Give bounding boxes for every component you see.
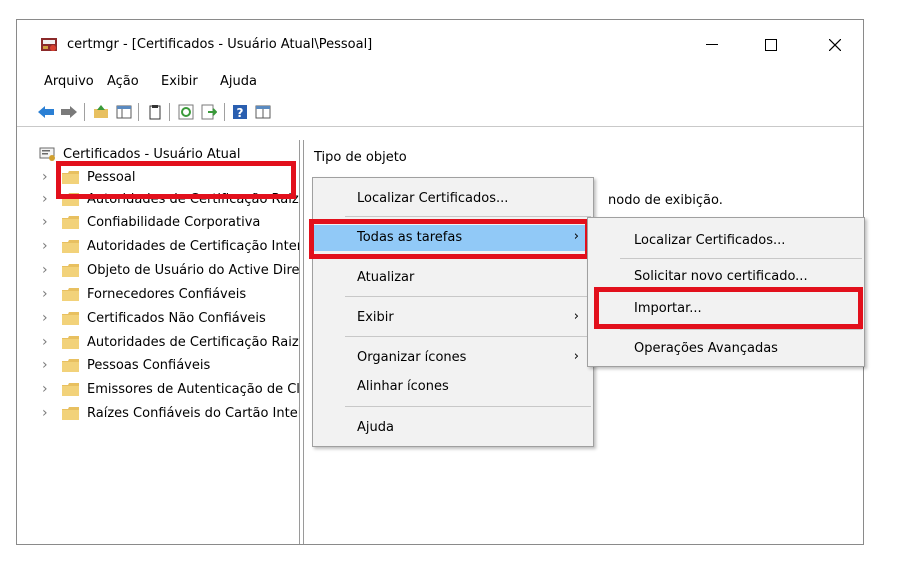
console-tree: Certificados - Usuário Atual › Pessoal ›… [17, 140, 300, 544]
tree-item-label: Pessoas Confiáveis [87, 357, 211, 373]
ctx-exibir[interactable]: Exibir › [313, 305, 593, 331]
ctx-item-label: Atualizar [357, 270, 415, 285]
tree-item-cartao-inteligente[interactable]: › Raízes Confiáveis do Cartão Inteligent… [42, 402, 300, 424]
sub-item-label: Solicitar novo certificado... [634, 269, 808, 284]
column-header-tipo-objeto[interactable]: Tipo de objeto [314, 150, 407, 165]
chevron-right-icon[interactable]: › [42, 192, 56, 206]
ctx-item-label: Exibir [357, 310, 394, 325]
back-arrow-icon[interactable] [37, 103, 55, 121]
sub-localizar-certificados[interactable]: Localizar Certificados... [588, 228, 864, 254]
chevron-right-icon[interactable]: › [42, 287, 56, 301]
certificate-store-icon [39, 147, 55, 161]
menu-separator [345, 336, 591, 337]
ctx-item-label: Alinhar ícones [357, 379, 449, 394]
menu-acao[interactable]: Ação [107, 74, 139, 89]
chevron-right-icon[interactable]: › [42, 406, 56, 420]
certmgr-app-icon [40, 36, 58, 54]
tree-item-label: Fornecedores Confiáveis [87, 286, 247, 302]
chevron-right-icon[interactable]: › [42, 170, 56, 184]
toolbar: ? [17, 98, 863, 127]
menu-arquivo[interactable]: Arquivo [44, 74, 94, 89]
ctx-item-label: Localizar Certificados... [357, 191, 509, 206]
folder-icon [62, 215, 79, 229]
folder-icon [62, 382, 79, 396]
chevron-right-icon[interactable]: › [42, 358, 56, 372]
tree-item-active-directory[interactable]: › Objeto de Usuário do Active Directory [42, 259, 300, 281]
chevron-right-icon[interactable]: › [42, 382, 56, 396]
sub-operacoes-avancadas[interactable]: Operações Avançadas [588, 336, 864, 362]
ctx-atualizar[interactable]: Atualizar [313, 265, 593, 291]
tree-item-pessoas-confiaveis[interactable]: › Pessoas Confiáveis [42, 354, 210, 376]
menu-bar: Arquivo Ação Exibir Ajuda [17, 68, 863, 96]
annotation-highlight-pessoal [56, 161, 296, 199]
submenu-arrow-icon: › [573, 309, 579, 324]
chevron-right-icon[interactable]: › [42, 263, 56, 277]
forward-arrow-icon[interactable] [60, 103, 78, 121]
tree-item-label: Raízes Confiáveis do Cartão Inteligente [87, 405, 300, 421]
tree-item-label: Confiabilidade Corporativa [87, 214, 261, 230]
menu-separator [345, 216, 591, 217]
folder-icon [62, 263, 79, 277]
clipboard-icon[interactable] [146, 103, 164, 121]
chevron-right-icon[interactable]: › [42, 239, 56, 253]
empty-view-message: nodo de exibição. [608, 193, 723, 208]
tree-item-confiabilidade-corporativa[interactable]: › Confiabilidade Corporativa [42, 211, 260, 233]
tree-item-label: Objeto de Usuário do Active Directory [87, 262, 300, 278]
folder-icon [62, 358, 79, 372]
tree-root-label: Certificados - Usuário Atual [63, 146, 241, 162]
chevron-right-icon[interactable]: › [42, 335, 56, 349]
menu-exibir[interactable]: Exibir [161, 74, 198, 89]
menu-ajuda[interactable]: Ajuda [220, 74, 257, 89]
ctx-alinhar-icones[interactable]: Alinhar ícones [313, 374, 593, 400]
folder-icon [62, 335, 79, 349]
tree-item-raiz-terceiros[interactable]: › Autoridades de Certificação Raiz de Te… [42, 331, 299, 353]
tree-item-intermediarias[interactable]: › Autoridades de Certificação Intermediá… [42, 235, 299, 257]
export-list-icon[interactable] [200, 103, 218, 121]
help-icon[interactable]: ? [231, 103, 249, 121]
toolbar-separator [169, 103, 170, 121]
refresh-icon[interactable] [177, 103, 195, 121]
folder-icon [62, 311, 79, 325]
toolbar-separator [138, 103, 139, 121]
tree-item-nao-confiaveis[interactable]: › Certificados Não Confiáveis [42, 307, 266, 329]
title-bar: certmgr - [Certificados - Usuário Atual\… [17, 20, 863, 68]
toolbar-separator [84, 103, 85, 121]
folder-icon [62, 287, 79, 301]
submenu-arrow-icon: › [573, 349, 579, 364]
window-title: certmgr - [Certificados - Usuário Atual\… [67, 37, 373, 52]
folder-icon [62, 239, 79, 253]
menu-separator [345, 406, 591, 407]
menu-separator [620, 329, 862, 330]
tree-item-label: Autoridades de Certificação Intermediári… [87, 238, 299, 254]
sub-item-label: Localizar Certificados... [634, 233, 786, 248]
tree-item-fornecedores[interactable]: › Fornecedores Confiáveis [42, 283, 246, 305]
sub-item-label: Operações Avançadas [634, 341, 778, 356]
annotation-highlight-importar [594, 287, 863, 329]
context-menu: Localizar Certificados... Todas as taref… [312, 177, 594, 447]
folder-icon [62, 406, 79, 420]
menu-separator [620, 258, 862, 259]
up-folder-icon[interactable] [92, 103, 110, 121]
tree-item-label: Emissores de Autenticação de Cliente [87, 381, 300, 397]
svg-text:?: ? [237, 106, 244, 120]
minimize-button[interactable] [689, 30, 735, 60]
toolbar-separator [224, 103, 225, 121]
menu-separator [345, 296, 591, 297]
tree-item-emissores-autenticacao[interactable]: › Emissores de Autenticação de Cliente [42, 378, 300, 400]
ctx-ajuda[interactable]: Ajuda [313, 415, 593, 441]
chevron-right-icon[interactable]: › [42, 311, 56, 325]
annotation-highlight-todas-tarefas [309, 219, 590, 259]
ctx-item-label: Ajuda [357, 420, 394, 435]
chevron-right-icon[interactable]: › [42, 215, 56, 229]
tree-item-label: Certificados Não Confiáveis [87, 310, 266, 326]
ctx-organizar-icones[interactable]: Organizar ícones › [313, 345, 593, 371]
properties-icon[interactable] [254, 103, 272, 121]
show-hide-tree-icon[interactable] [115, 103, 133, 121]
maximize-button[interactable] [748, 30, 794, 60]
close-button[interactable] [812, 30, 858, 60]
ctx-localizar-certificados[interactable]: Localizar Certificados... [313, 186, 593, 212]
ctx-item-label: Organizar ícones [357, 350, 467, 365]
tree-item-label: Autoridades de Certificação Raiz de Terc… [87, 334, 299, 350]
